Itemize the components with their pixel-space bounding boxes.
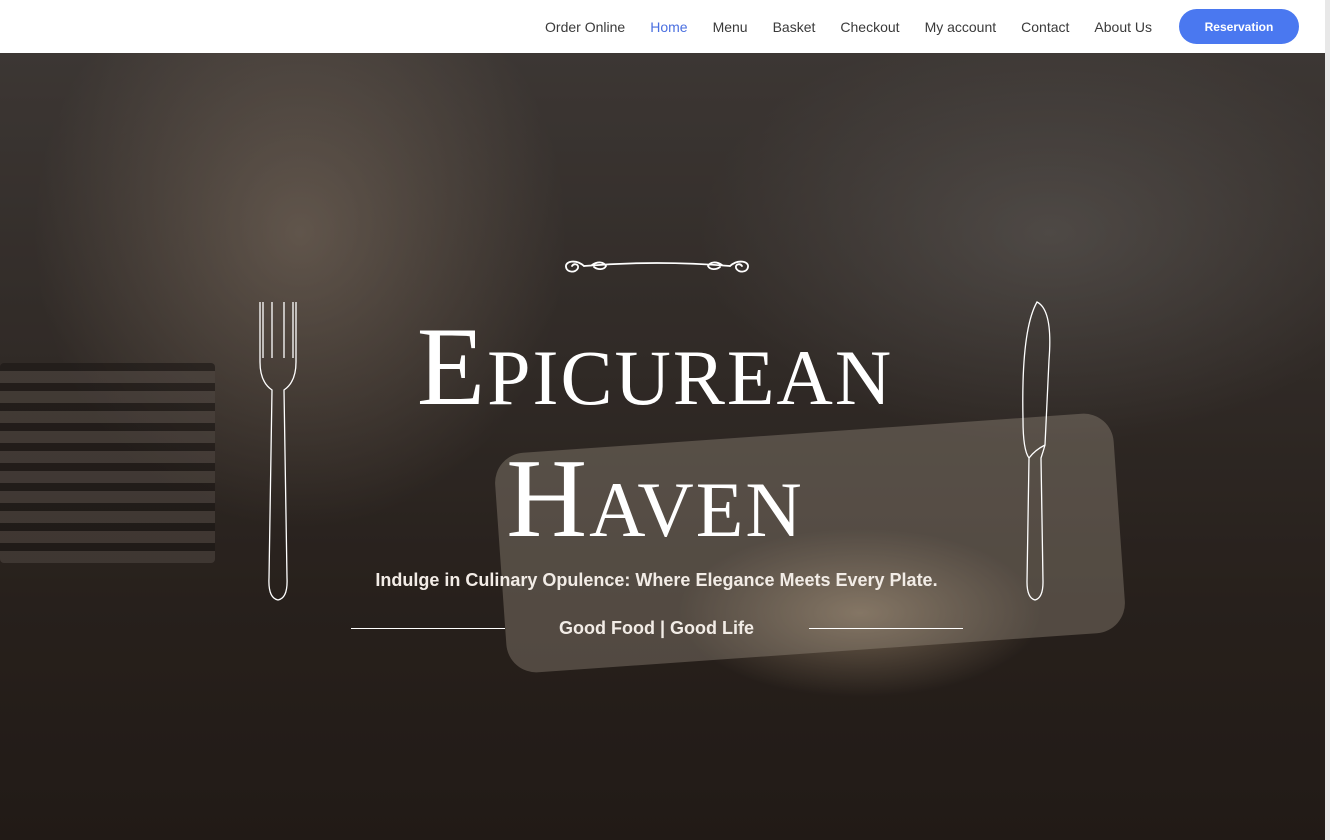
nav-menu[interactable]: Menu (713, 19, 748, 35)
nav-my-account[interactable]: My account (925, 19, 997, 35)
hero-tagline: Indulge in Culinary Opulence: Where Eleg… (375, 570, 938, 590)
reservation-button[interactable]: Reservation (1179, 9, 1299, 44)
hero-motto: Good Food | Good Life (559, 618, 754, 638)
divider-right (809, 628, 963, 629)
nav-home[interactable]: Home (650, 19, 687, 35)
nav-contact[interactable]: Contact (1021, 19, 1069, 35)
page-scrollbar[interactable] (1325, 0, 1330, 840)
hero-title-line1: Epicurean (416, 305, 894, 429)
main-nav: Order Online Home Menu Basket Checkout M… (520, 9, 1299, 44)
hero-content: Epicurean Haven Indulge in Culinary Opul… (0, 53, 1325, 840)
nav-checkout[interactable]: Checkout (840, 19, 899, 35)
nav-order-online[interactable]: Order Online (545, 19, 625, 35)
hero-section: Epicurean Haven Indulge in Culinary Opul… (0, 53, 1325, 840)
site-header: Order Online Home Menu Basket Checkout M… (0, 0, 1330, 53)
nav-about-us[interactable]: About Us (1094, 19, 1152, 35)
nav-basket[interactable]: Basket (773, 19, 816, 35)
hero-title-line2: Haven (506, 437, 804, 561)
flourish-ornament-icon (565, 260, 749, 273)
